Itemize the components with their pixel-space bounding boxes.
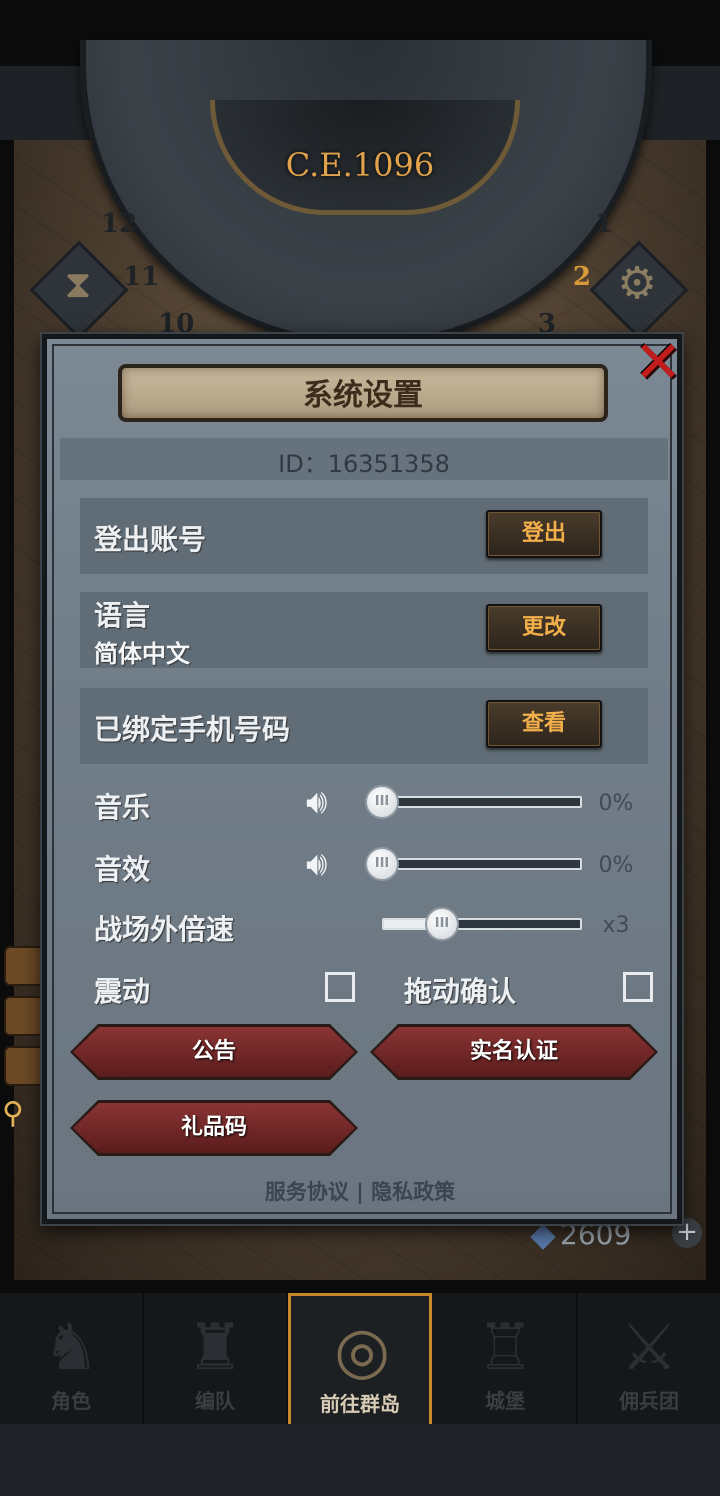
dial-number: 2 <box>572 262 591 293</box>
notice-button[interactable]: 公告 <box>73 1027 355 1077</box>
mercenary-icon: ⚔ <box>620 1311 678 1385</box>
hourglass-icon: ⧗ <box>64 262 92 306</box>
tab-label: 编队 <box>195 1389 235 1413</box>
music-label: 音乐 <box>94 791 151 824</box>
player-id: ID：16351358 <box>278 450 450 478</box>
vibrate-checkbox[interactable] <box>325 972 355 1002</box>
knight-icon: ♞ <box>42 1311 100 1385</box>
tab-label: 佣兵团 <box>619 1389 679 1413</box>
footer-separator: | <box>356 1180 364 1204</box>
dialog-title: 系统设置 <box>303 378 423 413</box>
scroll-icon[interactable] <box>4 946 44 986</box>
tab-label: 前往群岛 <box>320 1392 400 1416</box>
quest-icon[interactable] <box>4 996 44 1036</box>
footer-links: 服务协议 | 隐私政策 <box>200 1176 520 1206</box>
language-value: 简体中文 <box>94 640 190 668</box>
speed-label: 战场外倍速 <box>94 913 235 946</box>
dial-number: 1 <box>594 209 614 240</box>
tab-formation[interactable]: ♜ 编队 <box>144 1293 288 1427</box>
era-year: C.E.1096 <box>285 146 435 184</box>
realname-button[interactable]: 实名认证 <box>373 1027 655 1077</box>
close-icon: ✕ <box>633 328 683 396</box>
dial-number: 11 <box>123 262 160 293</box>
bottom-nav: ♞ 角色 ♜ 编队 ◎ 前往群岛 ♖ 城堡 ⚔ 佣兵团 <box>0 1290 720 1427</box>
privacy-policy-link[interactable]: 隐私政策 <box>371 1180 455 1204</box>
logout-label: 登出账号 <box>94 523 207 556</box>
speed-slider-knob[interactable]: III <box>425 907 459 941</box>
drag-confirm-checkbox[interactable] <box>623 972 653 1002</box>
tab-mercenary[interactable]: ⚔ 佣兵团 <box>578 1293 720 1427</box>
phone-label: 已绑定手机号码 <box>94 713 291 746</box>
sound-label: 音效 <box>94 853 151 886</box>
music-slider-knob[interactable]: III <box>365 785 399 819</box>
gear-icon: ⚙ <box>617 258 657 309</box>
tab-character[interactable]: ♞ 角色 <box>0 1293 144 1427</box>
tab-islands[interactable]: ◎ 前往群岛 <box>288 1293 432 1427</box>
globe-icon: ◎ <box>334 1314 390 1388</box>
compass-icon[interactable] <box>4 1046 44 1086</box>
search-icon[interactable]: ⚲ <box>2 1096 24 1131</box>
service-agreement-link[interactable]: 服务协议 <box>265 1180 349 1204</box>
speed-slider[interactable] <box>382 918 582 930</box>
drag-confirm-label: 拖动确认 <box>404 975 517 1008</box>
view-phone-button[interactable]: 查看 <box>486 700 602 748</box>
sound-slider-knob[interactable]: III <box>365 847 399 881</box>
speaker-icon[interactable]: 🔊︎ <box>306 844 327 884</box>
music-value: 0% <box>598 791 634 816</box>
change-language-button[interactable]: 更改 <box>486 604 602 652</box>
helmet-icon: ♜ <box>186 1311 244 1385</box>
vibrate-label: 震动 <box>94 975 151 1008</box>
system-nav-bar <box>0 1424 720 1496</box>
dial-number: 12 <box>101 209 138 240</box>
music-slider[interactable] <box>380 796 582 808</box>
tab-castle[interactable]: ♖ 城堡 <box>434 1293 578 1427</box>
tab-label: 角色 <box>51 1389 91 1413</box>
sound-value: 0% <box>598 853 634 878</box>
language-label: 语言 <box>94 599 151 632</box>
sound-slider[interactable] <box>380 858 582 870</box>
speed-value: x3 <box>602 913 630 938</box>
gift-code-button[interactable]: 礼品码 <box>73 1103 355 1153</box>
castle-icon: ♖ <box>476 1311 534 1385</box>
close-button[interactable]: ✕ <box>628 332 688 392</box>
logout-button[interactable]: 登出 <box>486 510 602 558</box>
speaker-icon[interactable]: 🔊︎ <box>306 782 327 822</box>
left-side-strip <box>0 940 46 1240</box>
tab-label: 城堡 <box>485 1389 525 1413</box>
